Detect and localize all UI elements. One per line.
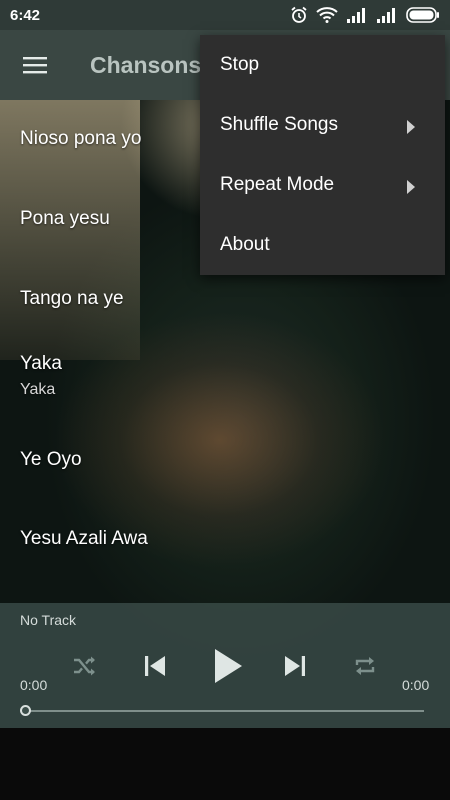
navigation-area [0, 728, 450, 800]
song-title: Tango na ye [20, 288, 124, 309]
next-icon[interactable] [278, 650, 312, 682]
play-icon[interactable] [208, 645, 248, 687]
menu-item-label: Repeat Mode [220, 174, 335, 195]
list-item[interactable]: Yesu Azali Awa [20, 528, 420, 550]
elapsed-time: 0:00 [20, 677, 48, 693]
list-item[interactable]: Ye Oyo [20, 449, 420, 471]
list-item[interactable]: Tango na ye [20, 288, 420, 310]
page-title: Chansons [90, 51, 202, 78]
song-subtitle: Yaka [20, 381, 56, 398]
song-title: Yesu Azali Awa [20, 528, 148, 549]
signal-icon [346, 7, 368, 23]
menu-item-label: Stop [220, 54, 260, 75]
menu-item-about[interactable]: About [200, 215, 445, 275]
menu-item-label: Shuffle Songs [220, 114, 338, 135]
previous-icon[interactable] [138, 650, 172, 682]
menu-item-label: About [220, 234, 270, 255]
hamburger-menu-icon[interactable] [0, 30, 70, 100]
shuffle-icon[interactable] [68, 653, 102, 679]
list-item[interactable]: Yaka Yaka [20, 353, 420, 399]
status-icons [290, 6, 440, 24]
song-title: Ye Oyo [20, 449, 82, 470]
overflow-menu: Stop Shuffle Songs Repeat Mode About [200, 35, 445, 275]
alarm-icon [290, 6, 308, 24]
menu-item-repeat-mode[interactable]: Repeat Mode [200, 155, 445, 215]
menu-item-stop[interactable]: Stop [200, 35, 445, 95]
wifi-icon [316, 7, 338, 23]
submenu-arrow-icon [407, 178, 415, 200]
total-duration: 0:00 [402, 677, 430, 693]
progress-knob[interactable] [20, 705, 31, 716]
status-bar: 6:42 [0, 0, 450, 30]
track-label: No Track [20, 612, 77, 628]
song-title: Yaka [20, 353, 62, 374]
repeat-icon[interactable] [348, 651, 382, 681]
menu-item-shuffle-songs[interactable]: Shuffle Songs [200, 95, 445, 155]
battery-icon [406, 7, 440, 23]
signal-icon [376, 7, 398, 23]
submenu-arrow-icon [407, 118, 415, 140]
player-panel: No Track 0:00 0:00 [0, 603, 450, 728]
status-time: 6:42 [10, 6, 41, 24]
progress-track[interactable] [26, 710, 424, 712]
